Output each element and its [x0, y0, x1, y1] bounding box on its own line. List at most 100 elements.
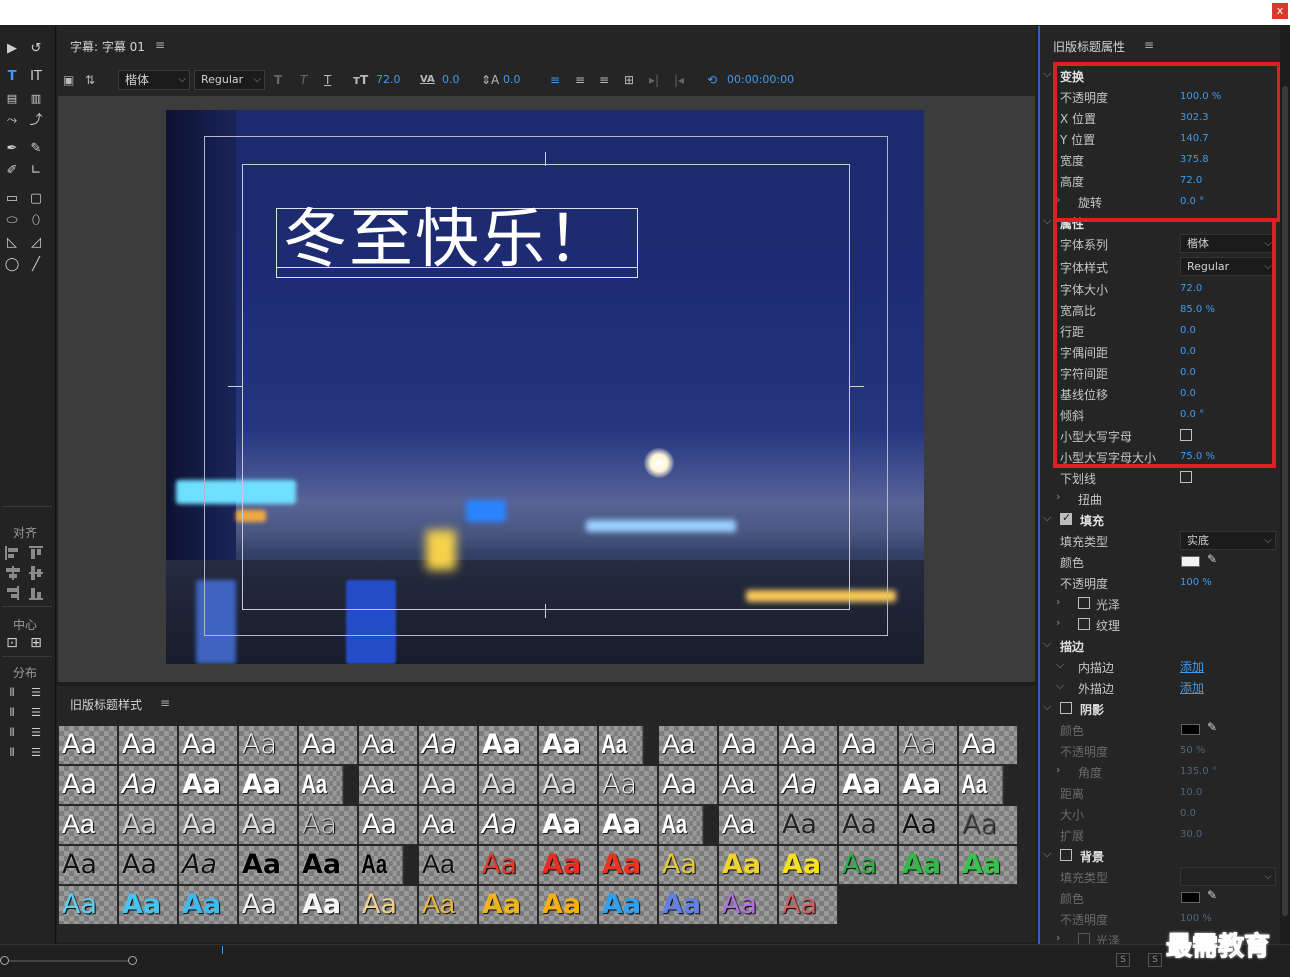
title-panel-menu-icon[interactable]: ≡	[155, 38, 165, 52]
style-swatch[interactable]: Aa	[599, 726, 644, 765]
rounded-corner-tool-icon[interactable]: ⬯	[26, 212, 46, 230]
font-size-value[interactable]: 72.0	[376, 70, 401, 90]
leading-value[interactable]: 0.0	[503, 70, 521, 90]
font-family-select[interactable]: 楷体 ⌵	[118, 70, 190, 90]
style-swatch[interactable]: Aa	[959, 806, 1018, 845]
style-swatch[interactable]: Aa	[119, 806, 178, 845]
roll-crawl-options-icon[interactable]: ⇅	[85, 70, 95, 90]
fill-opacity-value[interactable]: 100 %	[1180, 577, 1212, 588]
styles-panel-tab[interactable]: 旧版标题样式	[70, 696, 142, 713]
zoom-slider-track[interactable]	[5, 960, 135, 962]
style-swatch[interactable]: Aa	[239, 886, 298, 925]
style-swatch[interactable]: Aa	[119, 846, 178, 885]
shadow-section-header[interactable]: ⌵ 阴影	[1040, 698, 1280, 719]
style-swatch[interactable]: Aa	[479, 766, 538, 805]
style-swatch[interactable]: Aa	[659, 806, 704, 845]
properties-scrollbar[interactable]	[1280, 26, 1290, 956]
solo-button[interactable]: S	[1148, 953, 1162, 967]
style-swatch[interactable]: Aa	[419, 766, 478, 805]
style-swatch[interactable]: Aa	[479, 726, 538, 765]
style-swatch[interactable]: Aa	[839, 726, 898, 765]
style-swatch[interactable]: Aa	[599, 846, 658, 885]
tab-stops-icon[interactable]: ⊞	[624, 70, 634, 90]
align-center-h-icon[interactable]	[5, 566, 21, 580]
center-horizontal-icon[interactable]: ⊡	[2, 634, 22, 652]
properties-panel-menu-icon[interactable]: ≡	[1144, 38, 1154, 52]
style-swatch[interactable]: Aa	[779, 726, 838, 765]
background-color-swatch[interactable]	[1181, 892, 1200, 903]
styles-panel-menu-icon[interactable]: ≡	[160, 696, 170, 710]
type-tool-icon[interactable]: T	[2, 68, 22, 86]
shadow-angle-row[interactable]: › 角度 135.0 °	[1040, 761, 1280, 782]
style-swatch[interactable]: Aa	[179, 886, 238, 925]
wedge-tool-icon[interactable]: ◺	[2, 234, 22, 252]
style-swatch[interactable]: Aa	[659, 726, 718, 765]
zoom-slider-end-handle[interactable]	[128, 956, 137, 965]
style-swatch[interactable]: Aa	[239, 766, 298, 805]
distribute-horizontal-icon[interactable]: ⫴	[2, 744, 22, 762]
shadow-distance-value[interactable]: 10.0	[1180, 787, 1202, 798]
style-swatch[interactable]: Aa	[359, 846, 404, 885]
delete-anchor-tool-icon[interactable]: ✎	[26, 140, 46, 158]
style-swatch[interactable]: Aa	[239, 806, 298, 845]
style-swatch[interactable]: Aa	[599, 806, 658, 845]
align-bottom-icon[interactable]	[29, 586, 45, 600]
style-swatch[interactable]: Aa	[239, 726, 298, 765]
style-swatch[interactable]: Aa	[299, 766, 344, 805]
align-left-text-icon[interactable]: ≡	[550, 70, 560, 90]
title-text-box[interactable]: 冬至快乐！	[276, 205, 638, 278]
style-swatch[interactable]: Aa	[59, 726, 118, 765]
path-type-tool-icon[interactable]: ⤳	[2, 112, 22, 130]
fill-checkbox[interactable]	[1060, 511, 1072, 525]
style-swatch[interactable]: Aa	[479, 806, 538, 845]
shadow-spread-value[interactable]: 30.0	[1180, 829, 1202, 840]
add-anchor-tool-icon[interactable]: ✐	[2, 162, 22, 180]
convert-anchor-tool-icon[interactable]: ∟	[26, 162, 46, 180]
vertical-type-tool-icon[interactable]: IT	[26, 68, 46, 86]
style-swatch[interactable]: Aa	[299, 726, 358, 765]
title-text[interactable]: 冬至快乐！	[283, 205, 613, 275]
eyedropper-icon[interactable]: ✎	[1207, 720, 1217, 734]
style-swatch[interactable]: Aa	[119, 726, 178, 765]
show-background-video-icon[interactable]: ⟲	[707, 70, 717, 90]
stroke-section-header[interactable]: ⌵ 描边	[1040, 635, 1280, 656]
style-swatch[interactable]: Aa	[839, 766, 898, 805]
style-swatch[interactable]: Aa	[839, 806, 898, 845]
timecode-value[interactable]: 00:00:00:00	[727, 70, 794, 90]
background-checkbox[interactable]	[1060, 849, 1072, 861]
italic-icon[interactable]: T	[300, 70, 307, 90]
distribute-center-v-icon[interactable]: ☰	[26, 704, 46, 722]
style-swatch[interactable]: Aa	[719, 886, 778, 925]
style-swatch[interactable]: Aa	[299, 806, 358, 845]
font-style-select[interactable]: Regular ⌵	[194, 70, 265, 90]
play-forward-icon[interactable]: |◂	[674, 70, 684, 90]
style-swatch[interactable]: Aa	[59, 766, 118, 805]
style-swatch[interactable]: Aa	[359, 766, 418, 805]
ellipse-tool-icon[interactable]: ◯	[2, 256, 22, 274]
shadow-size-value[interactable]: 0.0	[1180, 808, 1196, 819]
style-swatch[interactable]: Aa	[239, 846, 298, 885]
style-swatch[interactable]: Aa	[359, 726, 418, 765]
vertical-path-type-tool-icon[interactable]: ⤴	[26, 112, 46, 130]
style-swatch[interactable]: Aa	[419, 846, 478, 885]
style-swatch[interactable]: Aa	[59, 846, 118, 885]
style-swatch[interactable]: Aa	[719, 766, 778, 805]
style-swatch[interactable]: Aa	[899, 806, 958, 845]
style-swatch[interactable]: Aa	[539, 726, 598, 765]
style-swatch[interactable]: Aa	[779, 886, 838, 925]
style-swatch[interactable]: Aa	[959, 766, 1004, 805]
line-tool-icon[interactable]: ╱	[26, 256, 46, 274]
pen-tool-icon[interactable]: ✒	[2, 140, 22, 158]
style-swatch[interactable]: Aa	[179, 766, 238, 805]
add-outer-stroke-link[interactable]: 添加	[1180, 679, 1204, 696]
distribute-right-icon[interactable]: ⫴	[2, 724, 22, 742]
prop-distort-row[interactable]: › 扭曲	[1040, 488, 1280, 509]
style-swatch[interactable]: Aa	[419, 726, 478, 765]
arc-tool-icon[interactable]: ◿	[26, 234, 46, 252]
style-swatch[interactable]: Aa	[179, 846, 238, 885]
rotate-tool-icon[interactable]: ↺	[26, 40, 46, 58]
style-swatch[interactable]: Aa	[779, 766, 838, 805]
style-swatch[interactable]: Aa	[539, 766, 598, 805]
style-swatch[interactable]: Aa	[599, 886, 658, 925]
style-swatch[interactable]: Aa	[899, 726, 958, 765]
